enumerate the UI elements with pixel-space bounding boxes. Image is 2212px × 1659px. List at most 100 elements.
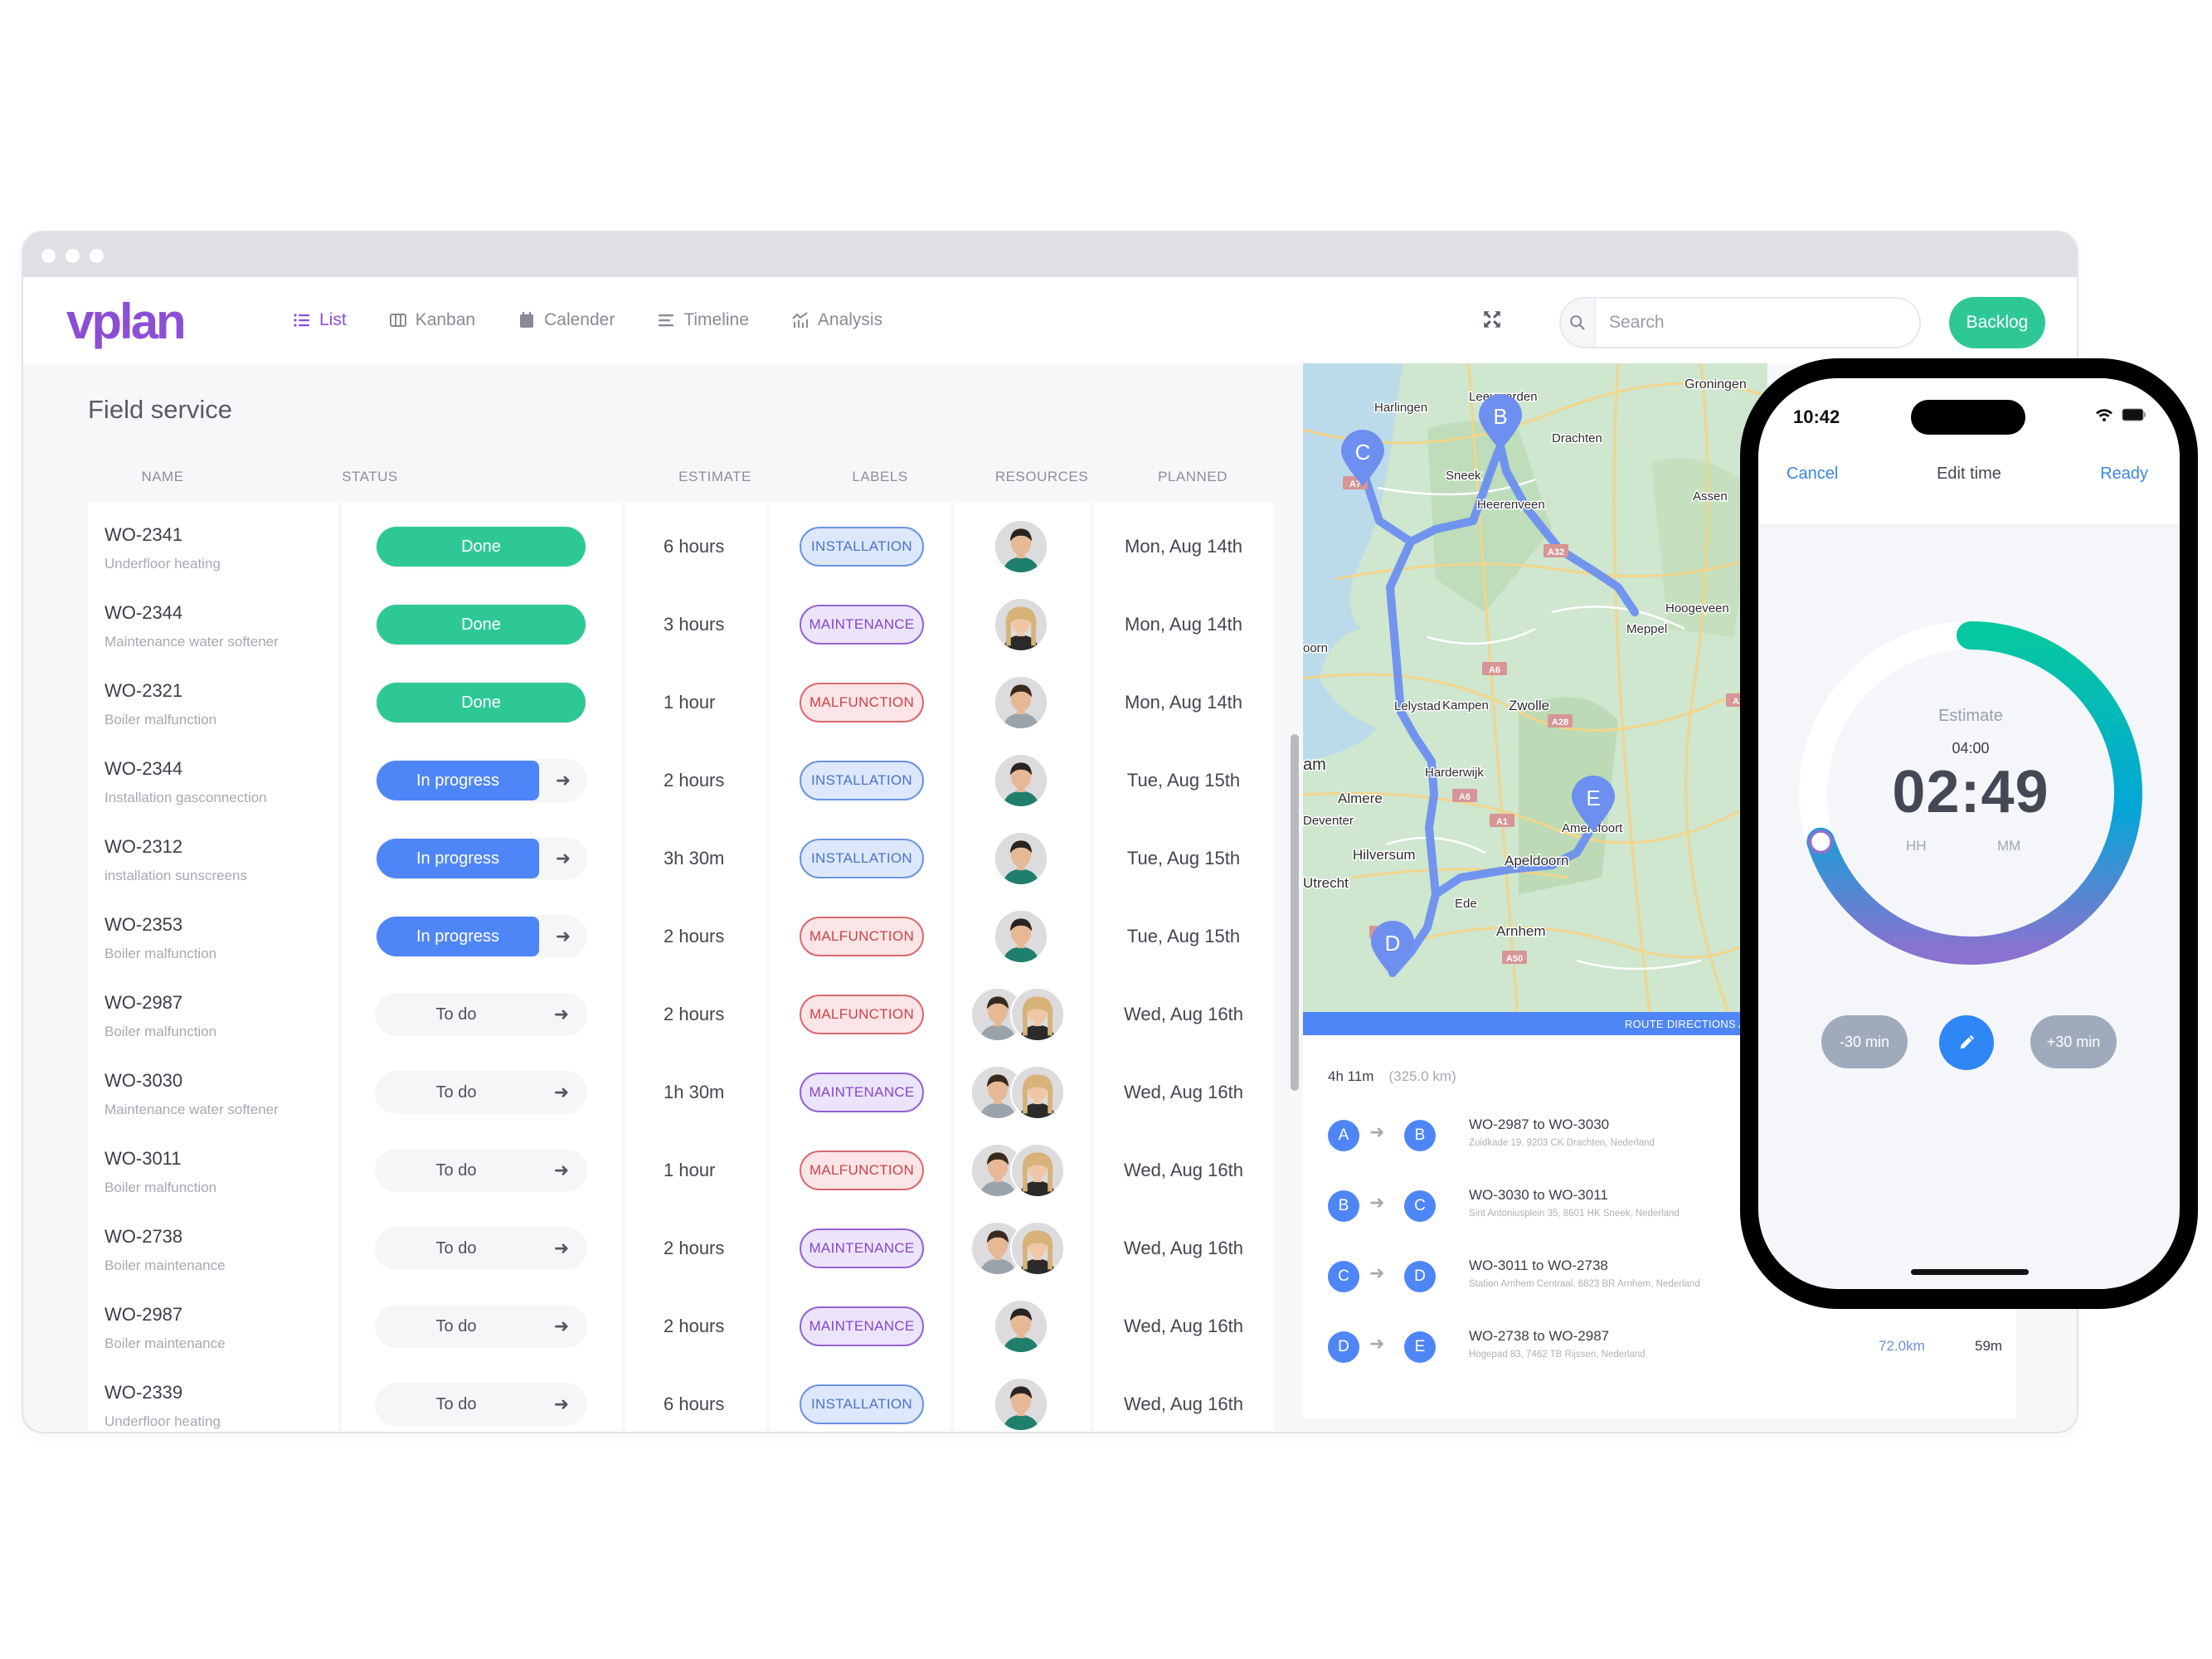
advance-status-icon[interactable]: ➜ <box>537 1004 586 1025</box>
minus-30-button[interactable]: -30 min <box>1821 1015 1908 1068</box>
table-row[interactable]: WO-2341 Underfloor heating Done 6 hours INST… <box>88 508 1325 586</box>
avatar[interactable] <box>1010 987 1065 1042</box>
table-row[interactable]: WO-2987 Boiler maintenance To do ➜ 2 hours MA… <box>88 1287 1325 1365</box>
status-button[interactable]: To do ➜ <box>375 1383 587 1426</box>
waypoint-from[interactable]: B <box>1328 1190 1359 1222</box>
route-map[interactable]: LeeuwardenHarlingenGroningenDrachtenSnee… <box>1303 363 1767 1027</box>
table-row[interactable]: WO-2738 Boiler maintenance To do ➜ 2 hours MA… <box>88 1209 1325 1287</box>
avatar[interactable] <box>994 753 1048 808</box>
table-row[interactable]: WO-2339 Underfloor heating To do ➜ 6 hours IN… <box>88 1365 1325 1432</box>
column-header-planned[interactable]: PLANNED <box>1111 469 1274 485</box>
work-order-id[interactable]: WO-2321 <box>105 680 182 702</box>
advance-status-icon[interactable]: ➜ <box>539 770 587 791</box>
status-button[interactable]: In progress ➜ <box>375 837 587 880</box>
table-row[interactable]: WO-2321 Boiler malfunction Done 1 hour MALFU… <box>88 664 1325 742</box>
name-cell[interactable]: WO-2321 Boiler malfunction <box>88 664 338 742</box>
label-badge[interactable]: MAINTENANCE <box>800 1073 924 1112</box>
work-order-id[interactable]: WO-2341 <box>105 524 182 546</box>
work-order-id[interactable]: WO-3030 <box>105 1070 182 1092</box>
edit-time-button[interactable] <box>1939 1015 1994 1070</box>
search-input[interactable] <box>1596 299 1919 347</box>
table-row[interactable]: WO-3030 Maintenance water softener To do ➜ 1… <box>88 1053 1325 1131</box>
avatar[interactable] <box>1010 1065 1065 1120</box>
name-cell[interactable]: WO-3011 Boiler malfunction <box>88 1131 338 1209</box>
advance-status-icon[interactable]: ➜ <box>537 1082 586 1103</box>
status-button[interactable]: To do ➜ <box>375 1149 587 1192</box>
route-directions-bar[interactable]: ROUTE DIRECTIONS ACTI <box>1303 1012 1767 1035</box>
window-dot-maximize[interactable] <box>90 249 104 263</box>
avatar[interactable] <box>1010 1221 1065 1276</box>
name-cell[interactable]: WO-2344 Installation gasconnection <box>88 742 338 820</box>
avatar[interactable] <box>994 831 1048 886</box>
status-button[interactable]: In progress ➜ <box>375 915 587 958</box>
name-cell[interactable]: WO-2341 Underfloor heating <box>88 508 338 586</box>
avatar[interactable] <box>1010 1143 1065 1198</box>
waypoint-from[interactable]: C <box>1328 1261 1359 1292</box>
table-row[interactable]: WO-2353 Boiler malfunction In progress ➜ 2 h… <box>88 898 1325 975</box>
advance-status-icon[interactable]: ➜ <box>539 848 587 869</box>
avatar[interactable] <box>994 519 1048 574</box>
table-row[interactable]: WO-2344 Maintenance water softener Done 3 h… <box>88 586 1325 664</box>
name-cell[interactable]: WO-2339 Underfloor heating <box>88 1365 338 1432</box>
table-row[interactable]: WO-2344 Installation gasconnection In prog… <box>88 742 1325 820</box>
label-badge[interactable]: INSTALLATION <box>800 839 924 878</box>
status-button[interactable]: Done <box>375 603 587 646</box>
table-row[interactable]: WO-2987 Boiler malfunction To do ➜ 2 hours MA… <box>88 975 1325 1053</box>
nav-kanban[interactable]: Kanban <box>388 310 475 330</box>
advance-status-icon[interactable]: ➜ <box>537 1316 586 1337</box>
table-row[interactable]: WO-2312 installation sunscreens In progres… <box>88 820 1325 898</box>
label-badge[interactable]: MAINTENANCE <box>800 1228 924 1268</box>
work-order-id[interactable]: WO-2339 <box>105 1382 182 1404</box>
avatar[interactable] <box>994 1299 1048 1354</box>
vplan-logo[interactable]: vplan <box>66 294 216 352</box>
waypoint-from[interactable]: D <box>1328 1331 1359 1363</box>
waypoint-to[interactable]: E <box>1404 1331 1436 1363</box>
nav-list[interactable]: List <box>292 310 347 330</box>
status-button[interactable]: Done <box>375 681 587 724</box>
name-cell[interactable]: WO-2312 installation sunscreens <box>88 820 338 898</box>
waypoint-to[interactable]: D <box>1404 1261 1436 1292</box>
window-dot-close[interactable] <box>41 249 56 263</box>
work-order-id[interactable]: WO-2987 <box>105 1304 182 1326</box>
name-cell[interactable]: WO-2344 Maintenance water softener <box>88 586 338 664</box>
time-dial[interactable]: Estimate 04:00 02:49 HH MM <box>1793 615 2148 971</box>
map-canvas[interactable]: LeeuwardenHarlingenGroningenDrachtenSnee… <box>1303 363 1767 1027</box>
column-header-labels[interactable]: LABELS <box>788 469 972 485</box>
name-cell[interactable]: WO-3030 Maintenance water softener <box>88 1053 338 1131</box>
work-order-id[interactable]: WO-2344 <box>105 758 182 780</box>
waypoint-from[interactable]: A <box>1328 1120 1359 1151</box>
label-badge[interactable]: MALFUNCTION <box>800 683 924 722</box>
advance-status-icon[interactable]: ➜ <box>539 926 587 947</box>
status-button[interactable]: To do ➜ <box>375 1071 587 1114</box>
column-header-estimate[interactable]: ESTIMATE <box>642 469 788 485</box>
work-order-id[interactable]: WO-2312 <box>105 836 182 858</box>
label-badge[interactable]: INSTALLATION <box>800 1384 924 1424</box>
column-header-resources[interactable]: RESOURCES <box>972 469 1111 485</box>
backlog-button[interactable]: Backlog <box>1949 297 2045 348</box>
label-badge[interactable]: MALFUNCTION <box>800 1151 924 1190</box>
label-badge[interactable]: MAINTENANCE <box>800 605 924 645</box>
waypoint-to[interactable]: B <box>1404 1120 1436 1151</box>
work-order-id[interactable]: WO-3011 <box>105 1148 182 1170</box>
label-badge[interactable]: INSTALLATION <box>800 761 924 800</box>
work-order-id[interactable]: WO-2353 <box>105 914 182 936</box>
advance-status-icon[interactable]: ➜ <box>537 1394 586 1415</box>
name-cell[interactable]: WO-2738 Boiler maintenance <box>88 1209 338 1287</box>
name-cell[interactable]: WO-2987 Boiler malfunction <box>88 975 338 1053</box>
cancel-button[interactable]: Cancel <box>1787 465 1838 484</box>
work-order-id[interactable]: WO-2738 <box>105 1226 182 1248</box>
avatar[interactable] <box>994 1377 1048 1432</box>
status-button[interactable]: In progress ➜ <box>375 759 587 802</box>
status-button[interactable]: To do ➜ <box>375 993 587 1036</box>
label-badge[interactable]: MAINTENANCE <box>800 1306 924 1346</box>
label-badge[interactable]: MALFUNCTION <box>800 995 924 1034</box>
name-cell[interactable]: WO-2353 Boiler malfunction <box>88 898 338 975</box>
column-header-status[interactable]: STATUS <box>236 469 504 485</box>
work-order-id[interactable]: WO-2344 <box>105 602 182 624</box>
route-leg[interactable]: D ➜ E WO-2738 to WO-2987 Hogepad 83, 7462 TB… <box>1328 1321 2008 1371</box>
avatar[interactable] <box>994 909 1048 964</box>
status-button[interactable]: Done <box>375 525 587 568</box>
advance-status-icon[interactable]: ➜ <box>537 1160 586 1181</box>
expand-icon[interactable] <box>1481 309 1503 330</box>
avatar[interactable] <box>994 675 1048 730</box>
